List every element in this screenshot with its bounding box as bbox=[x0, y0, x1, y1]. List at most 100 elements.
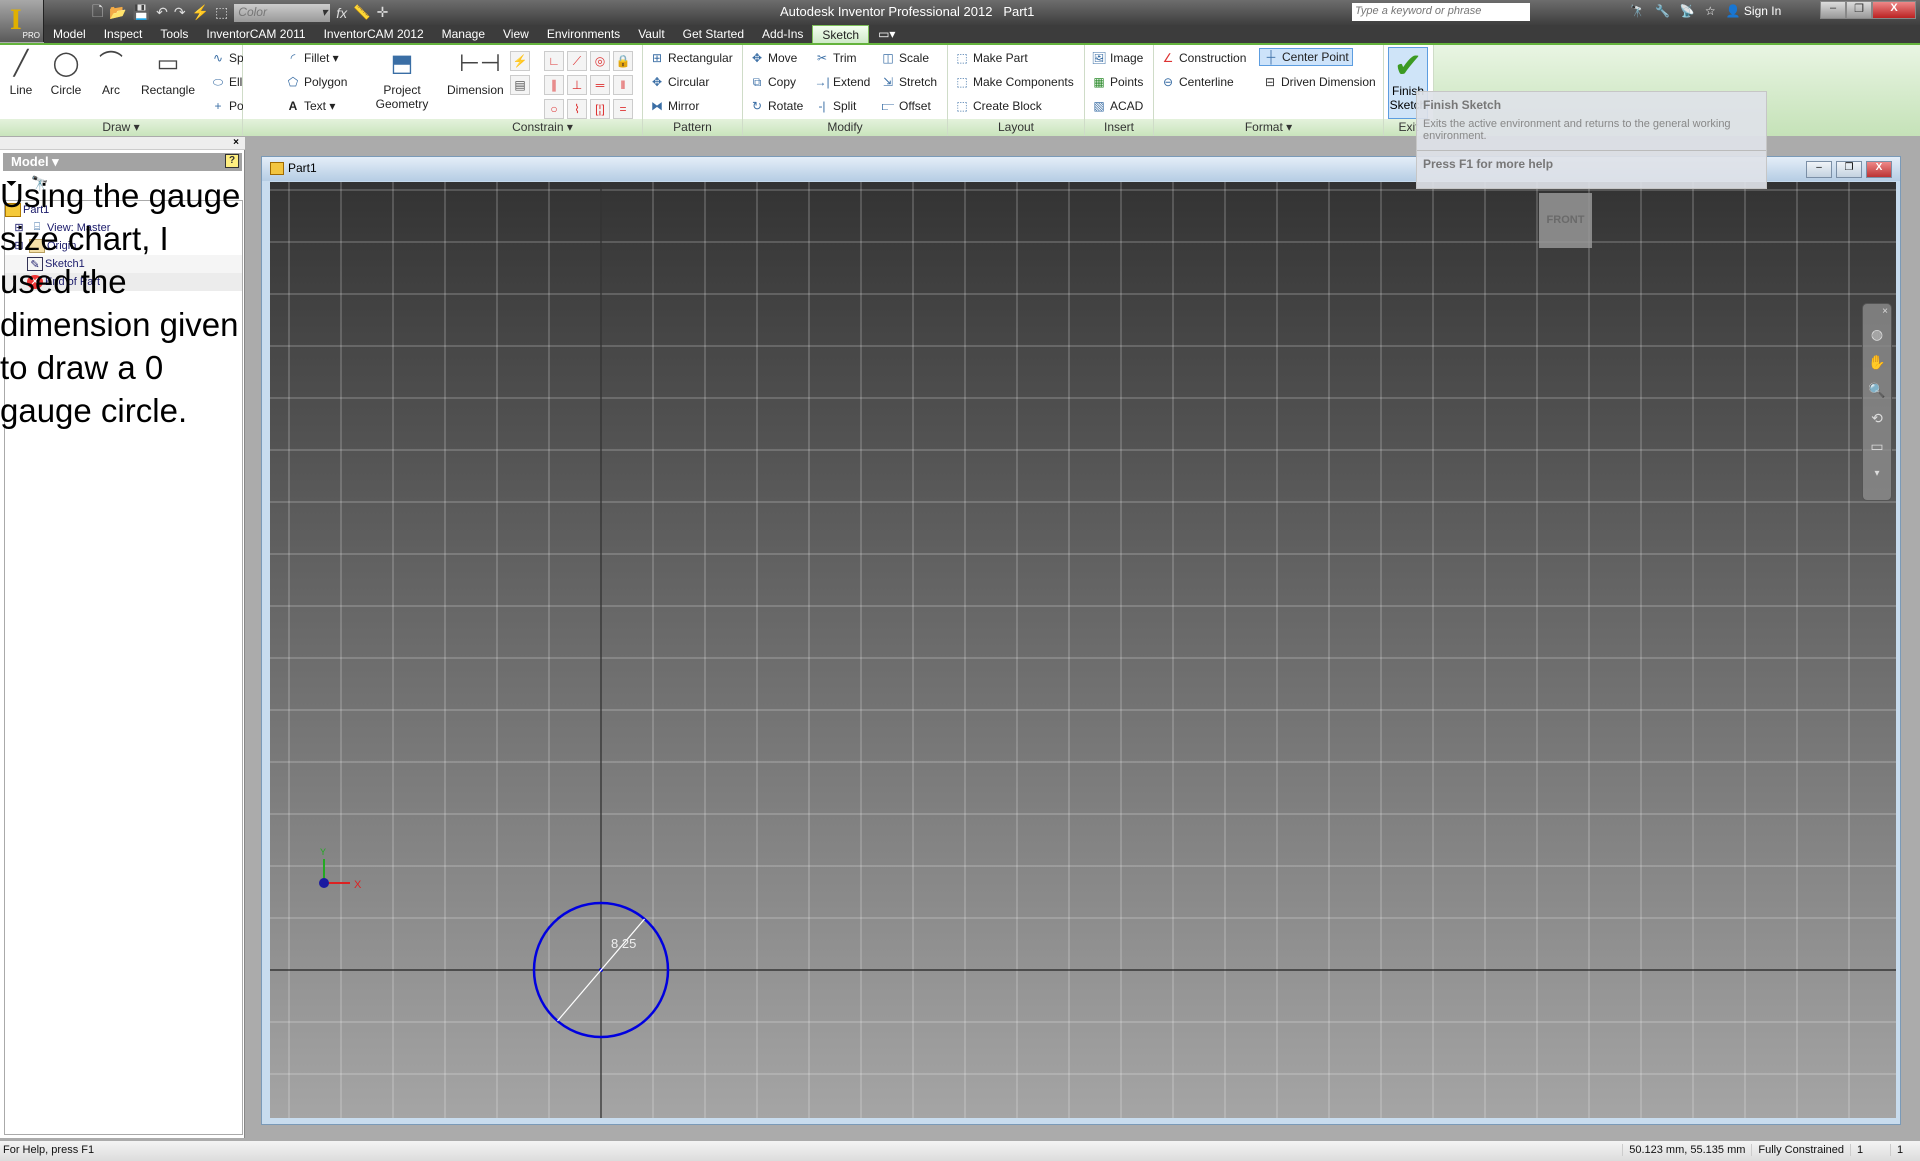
split-button[interactable]: -| Split bbox=[814, 99, 856, 113]
save-icon[interactable]: 💾 bbox=[133, 4, 150, 21]
wrench-icon[interactable]: 🔧 bbox=[1655, 4, 1670, 18]
close-button[interactable]: X bbox=[1872, 1, 1916, 19]
dimension-button[interactable]: ⊢⊣ Dimension bbox=[447, 49, 504, 97]
tab-model[interactable]: Model bbox=[44, 25, 95, 43]
orbit-icon[interactable]: ⟲ bbox=[1863, 404, 1891, 432]
copy-button[interactable]: ⧉ Copy bbox=[749, 75, 796, 90]
mirror-button[interactable]: ⧓ Mirror bbox=[649, 99, 699, 113]
make-components-button[interactable]: ⬚ Make Components bbox=[954, 75, 1073, 89]
star-icon[interactable]: ☆ bbox=[1705, 4, 1716, 18]
circular-pattern-icon: ✥ bbox=[651, 75, 663, 89]
update-icon[interactable]: ⚡ bbox=[192, 4, 209, 21]
new-icon[interactable]: 🗋 bbox=[92, 1, 103, 25]
parallel-constraint-icon[interactable]: ∥ bbox=[544, 75, 564, 95]
text-button[interactable]: A Text ▾ bbox=[285, 99, 336, 113]
construction-button[interactable]: ∠ Construction bbox=[1160, 51, 1247, 65]
move-button[interactable]: ✥ Move bbox=[749, 51, 797, 65]
rectangle-icon: ▭ bbox=[156, 50, 180, 77]
center-point-button[interactable]: ┼ Center Point bbox=[1259, 48, 1353, 66]
satellite-icon[interactable]: 📡 bbox=[1680, 4, 1695, 18]
navbar-menu-icon[interactable]: ▾ bbox=[1863, 460, 1891, 488]
open-icon[interactable]: 📂 bbox=[109, 4, 126, 21]
concentric-constraint-icon[interactable]: ◎ bbox=[590, 51, 610, 71]
application-button[interactable]: I PRO bbox=[0, 0, 44, 42]
horizontal-constraint-icon[interactable]: ═ bbox=[590, 75, 610, 95]
vertical-constraint-icon[interactable]: ‖ bbox=[613, 75, 633, 95]
coincident-constraint-icon[interactable]: ∟ bbox=[544, 51, 564, 71]
browser-close-icon[interactable]: × bbox=[0, 137, 245, 150]
tab-view[interactable]: View bbox=[494, 25, 538, 43]
polygon-button[interactable]: ⬠ Polygon bbox=[285, 75, 348, 89]
show-constraints-icon[interactable]: ▤ bbox=[510, 75, 530, 95]
tab-inspect[interactable]: Inspect bbox=[95, 25, 152, 43]
minimize-button[interactable]: – bbox=[1820, 1, 1846, 19]
fillet-button[interactable]: ◜ Fillet ▾ bbox=[285, 51, 339, 65]
color-select[interactable]: Color bbox=[234, 3, 331, 22]
select-icon[interactable]: ⬚ bbox=[215, 4, 228, 21]
fix-constraint-icon[interactable]: 🔒 bbox=[613, 51, 633, 71]
perpendicular-constraint-icon[interactable]: ⊥ bbox=[567, 75, 587, 95]
binoculars-icon[interactable]: 🔭 bbox=[1630, 4, 1645, 18]
minimize-button[interactable]: – bbox=[1806, 161, 1832, 178]
fx-button[interactable]: fx bbox=[336, 5, 347, 21]
symmetric-constraint-icon[interactable]: [¦] bbox=[590, 99, 610, 119]
close-button[interactable]: X bbox=[1866, 161, 1892, 178]
tab-sketch[interactable]: Sketch bbox=[812, 25, 870, 43]
circular-pattern-button[interactable]: ✥ Circular bbox=[649, 75, 709, 89]
format-panel-label[interactable]: Format ▾ bbox=[1154, 119, 1383, 136]
viewcube[interactable]: FRONT bbox=[1539, 193, 1592, 248]
tab-get-started[interactable]: Get Started bbox=[674, 25, 753, 43]
help-search-input[interactable]: Type a keyword or phrase bbox=[1352, 3, 1530, 21]
look-at-icon[interactable]: ▭ bbox=[1863, 432, 1891, 460]
tab-environments[interactable]: Environments bbox=[538, 25, 629, 43]
steering-wheel-icon[interactable]: ◍ bbox=[1863, 320, 1891, 348]
tab-tools[interactable]: Tools bbox=[151, 25, 197, 43]
points-button[interactable]: ▦ Points bbox=[1091, 75, 1143, 89]
tab-add-ins[interactable]: Add-Ins bbox=[753, 25, 812, 43]
circle-button[interactable]: ◯ Circle bbox=[48, 49, 84, 97]
restore-button[interactable]: ❐ bbox=[1836, 161, 1862, 178]
driven-dimension-button[interactable]: ⊟ Driven Dimension bbox=[1262, 75, 1376, 89]
make-part-button[interactable]: ⬚ Make Part bbox=[954, 51, 1027, 65]
sketch-canvas[interactable]: 8.25 X Y bbox=[270, 182, 1896, 1118]
constrain-panel-label[interactable]: Constrain ▾ bbox=[443, 119, 642, 136]
rectangular-pattern-button[interactable]: ⊞ Rectangular bbox=[649, 51, 733, 65]
ribbon-options-icon[interactable]: ▭▾ bbox=[869, 25, 904, 43]
sign-in-button[interactable]: 👤 Sign In bbox=[1726, 4, 1782, 18]
restore-button[interactable]: ❐ bbox=[1846, 1, 1872, 19]
arc-button[interactable]: ⌒ Arc bbox=[96, 49, 126, 97]
line-button[interactable]: ╱ Line bbox=[4, 49, 38, 97]
collinear-constraint-icon[interactable]: ⟋ bbox=[567, 51, 587, 71]
offset-button[interactable]: ⫍ Offset bbox=[880, 99, 931, 114]
image-button[interactable]: 🖼 Image bbox=[1091, 51, 1143, 65]
equal-constraint-icon[interactable]: = bbox=[613, 99, 633, 119]
help-icon[interactable]: ? bbox=[225, 154, 239, 168]
scale-button[interactable]: ◫ Scale bbox=[880, 51, 929, 65]
tangent-constraint-icon[interactable]: ○ bbox=[544, 99, 564, 119]
centerline-button[interactable]: ⊖ Centerline bbox=[1160, 75, 1234, 89]
create-block-button[interactable]: ⬚ Create Block bbox=[954, 99, 1041, 113]
rectangle-button[interactable]: ▭ Rectangle bbox=[140, 49, 196, 97]
acad-button[interactable]: ▧ ACAD bbox=[1091, 99, 1143, 113]
zoom-icon[interactable]: 🔍 bbox=[1863, 376, 1891, 404]
pan-icon[interactable]: ✋ bbox=[1863, 348, 1891, 376]
tab-manage[interactable]: Manage bbox=[433, 25, 494, 43]
navbar-close-icon[interactable]: × bbox=[1863, 304, 1891, 320]
trim-button[interactable]: ✂ Trim bbox=[814, 51, 857, 65]
tab-inventorcam-2011[interactable]: InventorCAM 2011 bbox=[197, 25, 314, 43]
tab-inventorcam-2012[interactable]: InventorCAM 2012 bbox=[315, 25, 433, 43]
project-geometry-button[interactable]: ⬒ Project Geometry bbox=[371, 49, 433, 111]
extend-button[interactable]: →| Extend bbox=[814, 75, 870, 89]
undo-icon[interactable]: ↶ bbox=[156, 4, 168, 21]
auto-dimension-icon[interactable]: ⚡ bbox=[510, 51, 530, 71]
model-browser-header[interactable]: Model ▾? bbox=[3, 153, 242, 171]
measure-icon[interactable]: 📏 bbox=[353, 4, 370, 21]
tab-vault[interactable]: Vault bbox=[629, 25, 673, 43]
draw-panel-label[interactable]: Draw ▾ bbox=[0, 119, 242, 136]
move-icon[interactable]: ✛ bbox=[377, 4, 389, 21]
rotate-button[interactable]: ↻ Rotate bbox=[749, 99, 803, 113]
stretch-button[interactable]: ⇲ Stretch bbox=[880, 75, 937, 89]
make-components-icon: ⬚ bbox=[956, 75, 968, 89]
redo-icon[interactable]: ↷ bbox=[174, 4, 186, 21]
smooth-constraint-icon[interactable]: ⌇ bbox=[567, 99, 587, 119]
